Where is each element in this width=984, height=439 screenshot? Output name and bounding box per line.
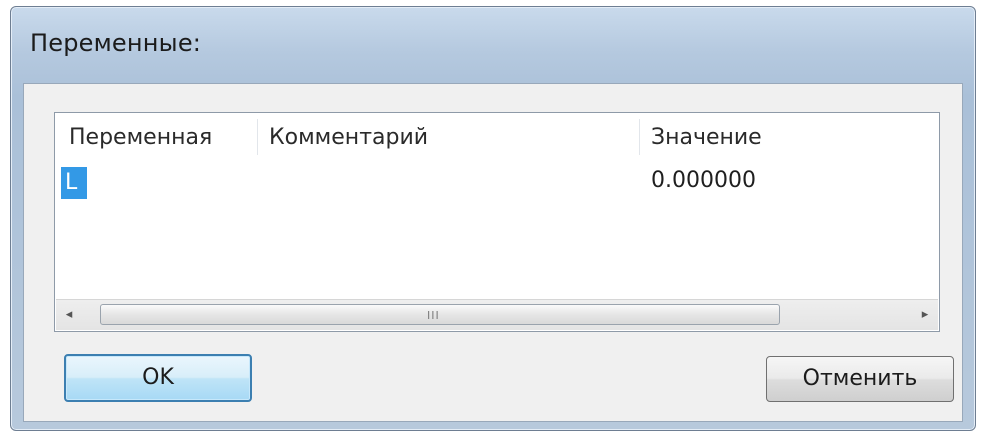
variables-dialog: Переменные: Переменная Комментарий Значе…: [10, 6, 976, 431]
variables-list[interactable]: Переменная Комментарий Значение L 0.0000…: [54, 112, 940, 332]
column-divider[interactable]: [257, 119, 258, 155]
grip-icon: III: [427, 309, 440, 322]
column-header-variable[interactable]: Переменная: [69, 125, 212, 150]
table-row[interactable]: L 0.000000: [55, 166, 939, 200]
cancel-button[interactable]: Отменить: [766, 356, 954, 402]
ok-button[interactable]: OK: [64, 354, 252, 402]
list-header: Переменная Комментарий Значение: [55, 113, 939, 161]
scroll-left-arrow-icon[interactable]: ◂: [56, 300, 82, 330]
column-header-value[interactable]: Значение: [651, 125, 762, 150]
column-divider[interactable]: [639, 119, 640, 155]
column-header-comment[interactable]: Комментарий: [269, 125, 428, 150]
dialog-client-area: Переменная Комментарий Значение L 0.0000…: [23, 83, 963, 422]
cell-variable-name[interactable]: L: [61, 167, 87, 199]
dialog-title: Переменные:: [30, 29, 202, 57]
horizontal-scrollbar[interactable]: ◂ III ▸: [56, 299, 938, 330]
scrollbar-thumb[interactable]: III: [100, 304, 780, 325]
cell-value: 0.000000: [651, 168, 756, 193]
scroll-right-arrow-icon[interactable]: ▸: [912, 300, 938, 330]
